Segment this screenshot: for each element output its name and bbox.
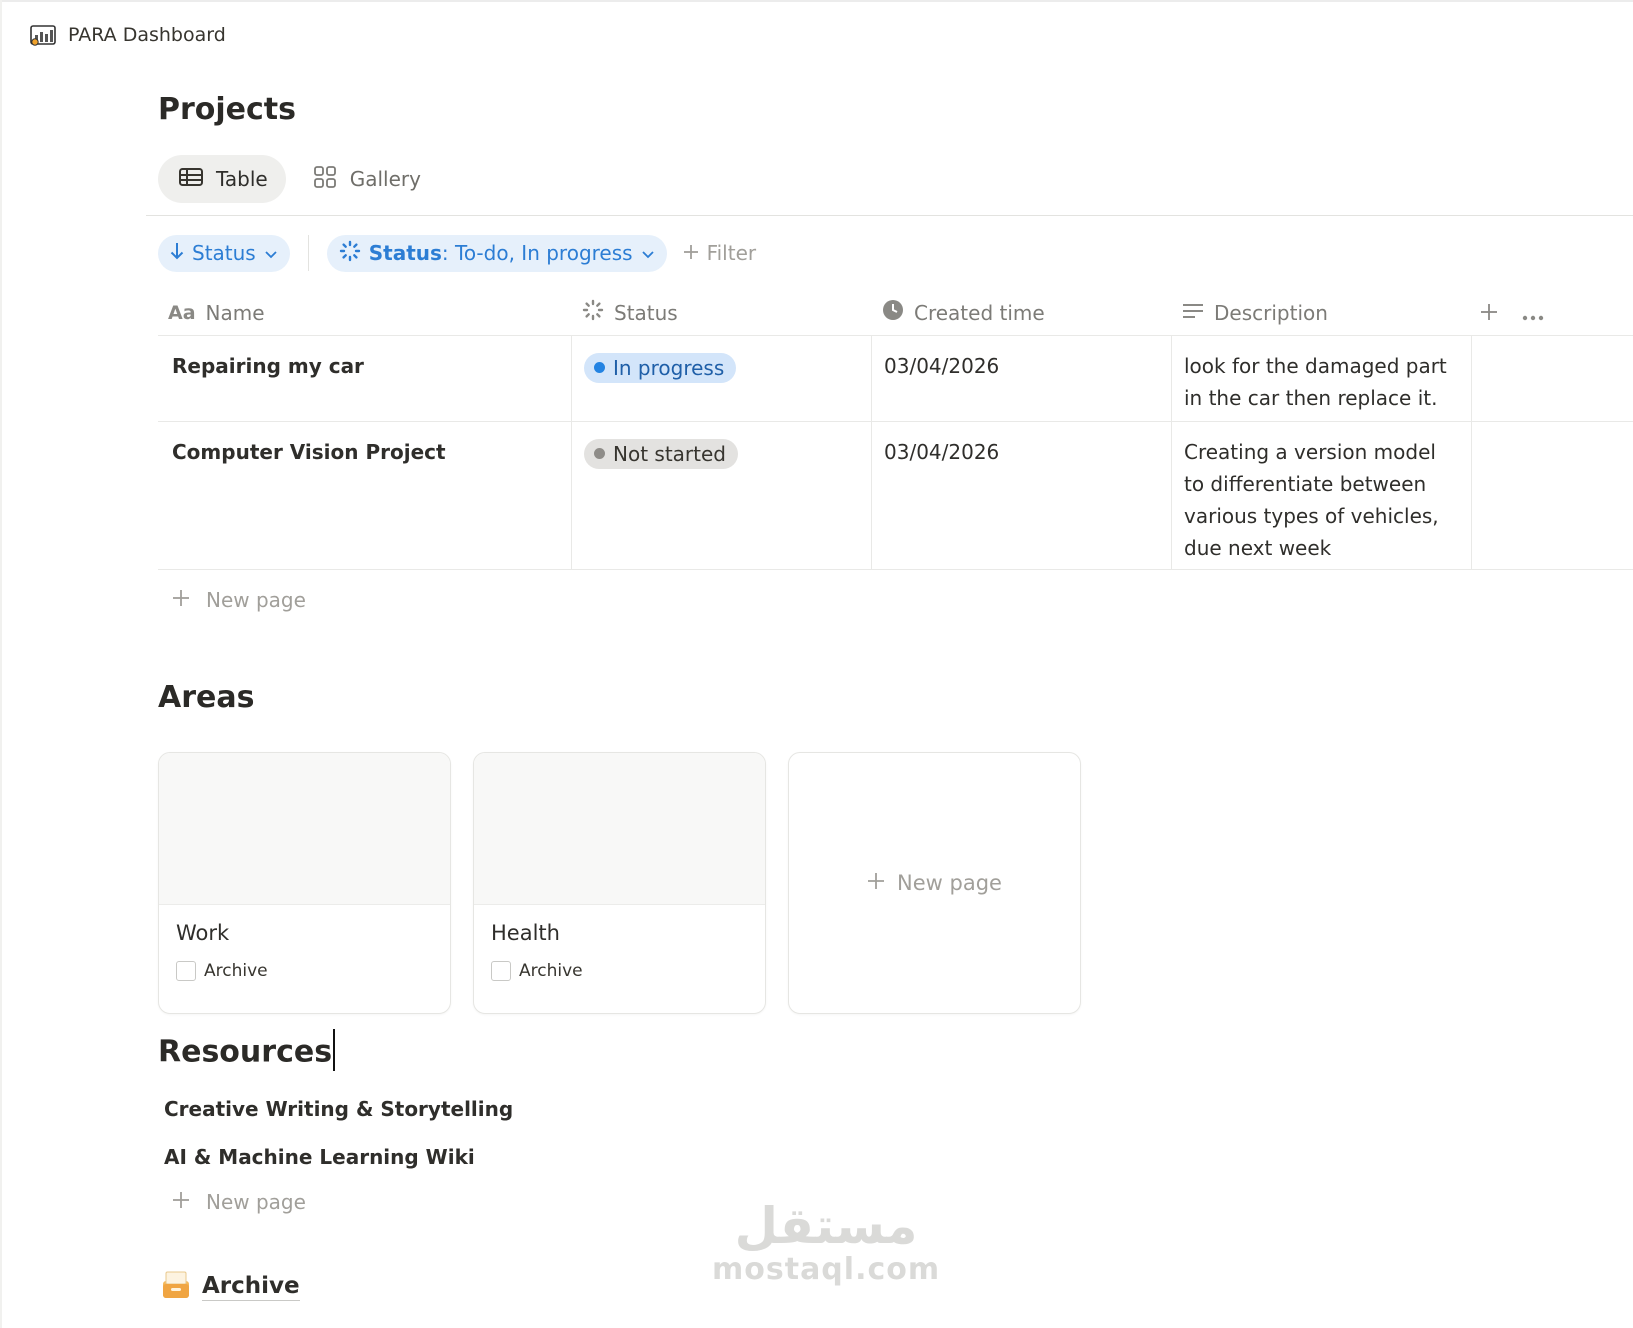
- new-page-row-button[interactable]: New page: [158, 570, 1633, 630]
- archive-checkbox[interactable]: [491, 961, 511, 981]
- row-description[interactable]: Creating a version model to differentiat…: [1172, 422, 1472, 569]
- table-row[interactable]: Computer Vision Project Not started 03/0…: [158, 422, 1633, 570]
- new-page-card[interactable]: New page: [788, 752, 1081, 1014]
- column-status-label: Status: [614, 300, 678, 325]
- archive-box-icon: [160, 1270, 192, 1304]
- column-created-label: Created time: [914, 300, 1045, 325]
- table-header: Aa Name Status Created time Description: [158, 290, 1633, 336]
- column-header-name[interactable]: Aa Name: [158, 290, 572, 336]
- card-title: Health: [491, 921, 560, 945]
- projects-heading: Projects: [158, 92, 297, 127]
- sort-chip-label: Status: [192, 241, 256, 265]
- archive-checkbox[interactable]: [176, 961, 196, 981]
- new-page-label: New page: [897, 871, 1002, 895]
- breadcrumb[interactable]: PARA Dashboard: [30, 22, 226, 48]
- gallery-card-work[interactable]: Work Archive: [158, 752, 451, 1014]
- new-page-label: New page: [206, 1190, 306, 1214]
- column-name-label: Name: [205, 300, 265, 325]
- card-title: Work: [176, 921, 230, 945]
- text-cursor: [333, 1029, 336, 1071]
- clock-icon: [882, 299, 904, 326]
- areas-gallery: Work Archive Health Archive New page: [158, 752, 1081, 1014]
- status-badge: In progress: [584, 352, 737, 383]
- areas-heading: Areas: [158, 680, 255, 715]
- row-description[interactable]: look for the damaged part in the car the…: [1172, 336, 1472, 421]
- row-created[interactable]: 03/04/2026: [872, 422, 1172, 569]
- filter-separator: [307, 235, 309, 271]
- status-icon: [339, 240, 361, 267]
- view-divider: [146, 215, 1633, 216]
- plus-icon: [683, 241, 699, 265]
- column-description-label: Description: [1214, 300, 1328, 325]
- archive-label: Archive: [204, 961, 268, 981]
- watermark-arabic: مستقل: [734, 1197, 918, 1255]
- card-cover: [474, 753, 765, 905]
- status-dot: [594, 448, 605, 459]
- page-title: PARA Dashboard: [68, 24, 226, 46]
- tab-table[interactable]: Table: [158, 155, 286, 203]
- lines-icon: [1182, 301, 1204, 325]
- status-badge-label: Not started: [613, 441, 726, 466]
- add-column-button[interactable]: [1480, 298, 1498, 328]
- column-header-status[interactable]: Status: [572, 290, 872, 336]
- row-empty-cell: [1472, 422, 1633, 569]
- sort-chip[interactable]: Status: [158, 234, 290, 272]
- status-filter-value: : To-do, In progress: [441, 241, 633, 265]
- chevron-down-icon: [641, 241, 655, 265]
- status-filter-label: Status: To-do, In progress: [369, 241, 633, 265]
- status-filter-prefix: Status: [368, 241, 442, 265]
- more-options-icon[interactable]: [1522, 298, 1544, 328]
- new-page-label: New page: [206, 588, 306, 612]
- watermark-latin: mostaql.com: [712, 1252, 941, 1287]
- column-header-description[interactable]: Description: [1172, 290, 1472, 336]
- status-filter-chip[interactable]: Status: To-do, In progress: [326, 234, 667, 272]
- gallery-icon: [312, 165, 338, 193]
- tab-table-label: Table: [216, 167, 268, 191]
- table-icon: [178, 166, 204, 193]
- top-border: [0, 0, 1633, 2]
- plus-icon: [867, 871, 885, 895]
- gallery-card-health[interactable]: Health Archive: [473, 752, 766, 1014]
- row-empty-cell: [1472, 336, 1633, 421]
- archive-label: Archive: [202, 1273, 300, 1301]
- resources-heading-text: Resources: [158, 1034, 333, 1070]
- plus-icon: [172, 1190, 190, 1214]
- row-status[interactable]: Not started: [572, 422, 872, 569]
- text-icon: Aa: [168, 301, 196, 324]
- card-archive-property: Archive: [474, 945, 765, 981]
- chart-icon: [30, 23, 56, 47]
- status-dot: [594, 362, 605, 373]
- plus-icon: [172, 588, 190, 612]
- left-border: [0, 0, 2, 1328]
- table-row[interactable]: Repairing my car In progress 03/04/2026 …: [158, 336, 1633, 422]
- row-created[interactable]: 03/04/2026: [872, 336, 1172, 421]
- list-item[interactable]: AI & Machine Learning Wiki: [164, 1145, 475, 1169]
- status-badge: Not started: [584, 438, 738, 469]
- column-header-created[interactable]: Created time: [872, 290, 1172, 336]
- row-name[interactable]: Repairing my car: [158, 336, 572, 421]
- column-actions: [1480, 298, 1633, 328]
- row-name[interactable]: Computer Vision Project: [158, 422, 572, 569]
- add-filter-button[interactable]: Filter: [683, 241, 757, 265]
- list-item[interactable]: Creative Writing & Storytelling: [164, 1097, 513, 1121]
- card-cover: [159, 753, 450, 905]
- status-icon: [582, 299, 604, 326]
- projects-table: Aa Name Status Created time Description: [158, 290, 1633, 630]
- archive-label: Archive: [519, 961, 583, 981]
- watermark: مستقل mostaql.com: [712, 1198, 940, 1286]
- tab-gallery-label: Gallery: [349, 167, 421, 191]
- new-page-button[interactable]: New page: [172, 1190, 306, 1214]
- chevron-down-icon: [264, 241, 278, 265]
- add-filter-label: Filter: [706, 241, 757, 265]
- view-tabs: Table Gallery: [158, 155, 439, 203]
- filter-bar: Status Status: To-do, In progress Filter: [158, 234, 756, 272]
- status-badge-label: In progress: [613, 355, 725, 380]
- tab-gallery[interactable]: Gallery: [292, 155, 439, 203]
- arrow-down-icon: [170, 241, 184, 265]
- row-status[interactable]: In progress: [572, 336, 872, 421]
- archive-link[interactable]: Archive: [160, 1270, 300, 1304]
- card-archive-property: Archive: [159, 945, 450, 981]
- resources-heading[interactable]: Resources: [158, 1029, 336, 1074]
